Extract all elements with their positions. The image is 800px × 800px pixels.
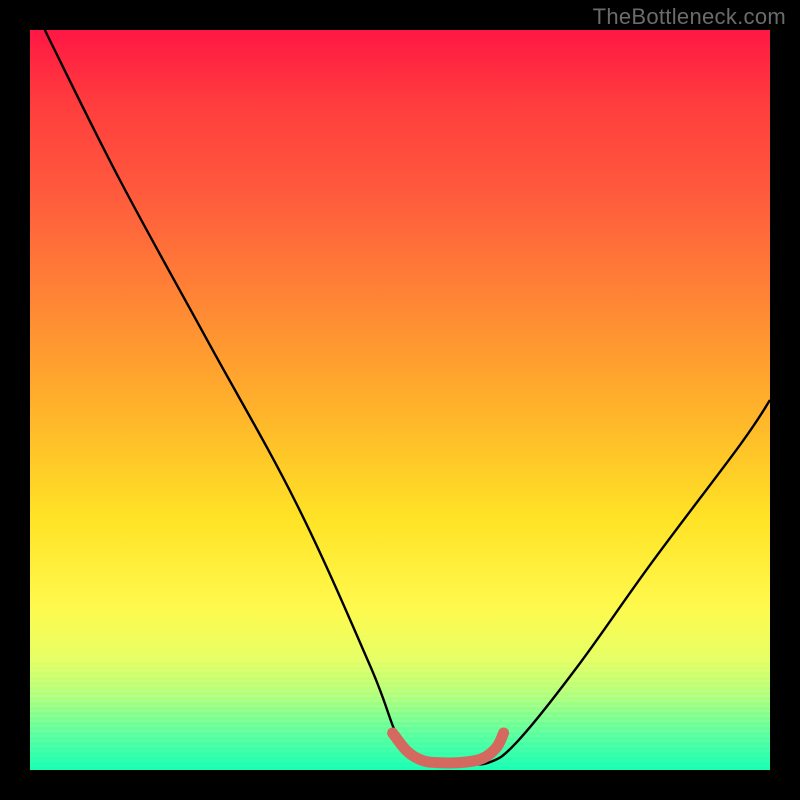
highlight-segment [393, 733, 504, 763]
plot-area [30, 30, 770, 770]
chart-frame: TheBottleneck.com [0, 0, 800, 800]
bottleneck-curve [45, 30, 770, 764]
curve-layer [30, 30, 770, 770]
watermark-text: TheBottleneck.com [593, 4, 786, 30]
